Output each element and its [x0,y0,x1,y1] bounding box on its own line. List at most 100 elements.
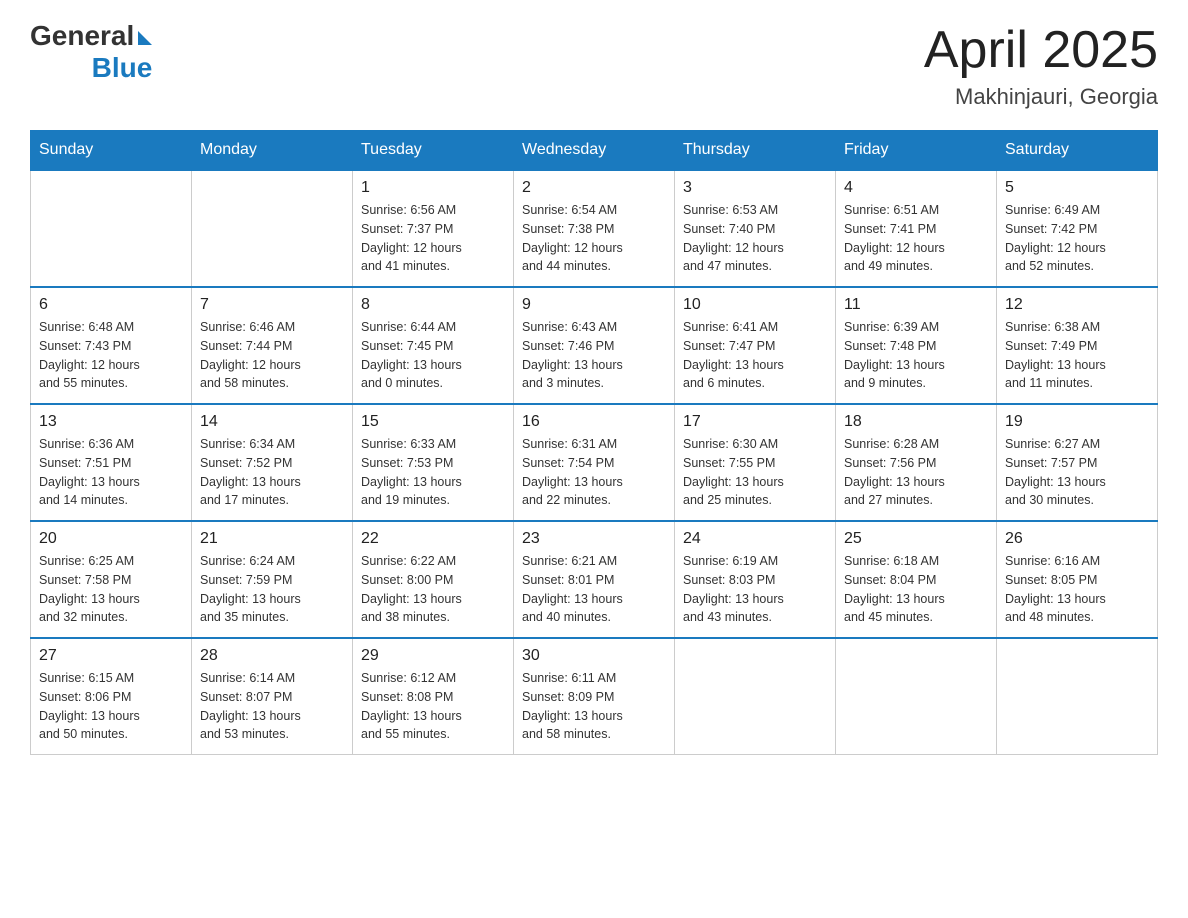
day-info: Sunrise: 6:19 AMSunset: 8:03 PMDaylight:… [683,552,827,627]
day-number: 28 [200,647,344,665]
day-number: 8 [361,296,505,314]
day-number: 6 [39,296,183,314]
day-info: Sunrise: 6:46 AMSunset: 7:44 PMDaylight:… [200,318,344,393]
day-info: Sunrise: 6:53 AMSunset: 7:40 PMDaylight:… [683,201,827,276]
location-title: Makhinjauri, Georgia [924,84,1158,110]
calendar-cell: 28Sunrise: 6:14 AMSunset: 8:07 PMDayligh… [192,638,353,755]
calendar-cell: 26 Sunrise: 6:16 AMSunset: 8:05 PMDayligh… [997,521,1158,638]
day-number: 12 [1005,296,1149,314]
calendar-cell: 21 Sunrise: 6:24 AMSunset: 7:59 PMDayligh… [192,521,353,638]
calendar-cell [192,170,353,287]
calendar-header-row: SundayMondayTuesdayWednesdayThursdayFrid… [31,131,1158,171]
calendar-cell: 8 Sunrise: 6:44 AMSunset: 7:45 PMDaylight… [353,287,514,404]
day-info: Sunrise: 6:38 AMSunset: 7:49 PMDaylight:… [1005,318,1149,393]
calendar-cell: 16 Sunrise: 6:31 AMSunset: 7:54 PMDayligh… [514,404,675,521]
day-number: 11 [844,296,988,314]
day-number: 23 [522,530,666,548]
day-info: Sunrise: 6:16 AMSunset: 8:05 PMDaylight:… [1005,552,1149,627]
calendar-cell: 17 Sunrise: 6:30 AMSunset: 7:55 PMDayligh… [675,404,836,521]
logo-general-text: General [30,20,134,52]
day-info: Sunrise: 6:24 AMSunset: 7:59 PMDaylight:… [200,552,344,627]
calendar-cell: 5Sunrise: 6:49 AMSunset: 7:42 PMDaylight… [997,170,1158,287]
calendar-cell: 29 Sunrise: 6:12 AMSunset: 8:08 PMDayligh… [353,638,514,755]
calendar-cell: 18 Sunrise: 6:28 AMSunset: 7:56 PMDayligh… [836,404,997,521]
day-info: Sunrise: 6:28 AMSunset: 7:56 PMDaylight:… [844,435,988,510]
calendar-header-wednesday: Wednesday [514,131,675,171]
logo-arrow-icon [138,31,152,45]
day-info: Sunrise: 6:22 AMSunset: 8:00 PMDaylight:… [361,552,505,627]
calendar-cell [675,638,836,755]
day-number: 20 [39,530,183,548]
day-number: 24 [683,530,827,548]
calendar-table: SundayMondayTuesdayWednesdayThursdayFrid… [30,130,1158,755]
day-number: 22 [361,530,505,548]
calendar-header-thursday: Thursday [675,131,836,171]
day-number: 1 [361,179,505,197]
day-number: 17 [683,413,827,431]
day-number: 13 [39,413,183,431]
page-header: General Blue April 2025 Makhinjauri, Geo… [30,20,1158,110]
day-info: Sunrise: 6:54 AMSunset: 7:38 PMDaylight:… [522,201,666,276]
day-info: Sunrise: 6:12 AMSunset: 8:08 PMDaylight:… [361,669,505,744]
day-number: 27 [39,647,183,665]
calendar-header-tuesday: Tuesday [353,131,514,171]
calendar-cell: 20 Sunrise: 6:25 AMSunset: 7:58 PMDayligh… [31,521,192,638]
calendar-cell: 1 Sunrise: 6:56 AMSunset: 7:37 PMDaylight… [353,170,514,287]
day-info: Sunrise: 6:27 AMSunset: 7:57 PMDaylight:… [1005,435,1149,510]
calendar-cell: 6 Sunrise: 6:48 AMSunset: 7:43 PMDaylight… [31,287,192,404]
day-info: Sunrise: 6:36 AMSunset: 7:51 PMDaylight:… [39,435,183,510]
day-info: Sunrise: 6:56 AMSunset: 7:37 PMDaylight:… [361,201,505,276]
day-info: Sunrise: 6:51 AMSunset: 7:41 PMDaylight:… [844,201,988,276]
calendar-cell: 11Sunrise: 6:39 AMSunset: 7:48 PMDayligh… [836,287,997,404]
day-number: 4 [844,179,988,197]
calendar-cell: 7Sunrise: 6:46 AMSunset: 7:44 PMDaylight… [192,287,353,404]
day-number: 16 [522,413,666,431]
calendar-week-row: 20 Sunrise: 6:25 AMSunset: 7:58 PMDayligh… [31,521,1158,638]
calendar-cell: 9 Sunrise: 6:43 AMSunset: 7:46 PMDaylight… [514,287,675,404]
logo-blue-text: Blue [92,52,153,84]
day-info: Sunrise: 6:21 AMSunset: 8:01 PMDaylight:… [522,552,666,627]
calendar-cell: 19Sunrise: 6:27 AMSunset: 7:57 PMDayligh… [997,404,1158,521]
calendar-cell: 10Sunrise: 6:41 AMSunset: 7:47 PMDayligh… [675,287,836,404]
day-number: 2 [522,179,666,197]
day-info: Sunrise: 6:49 AMSunset: 7:42 PMDaylight:… [1005,201,1149,276]
day-info: Sunrise: 6:11 AMSunset: 8:09 PMDaylight:… [522,669,666,744]
calendar-header-friday: Friday [836,131,997,171]
calendar-cell: 3Sunrise: 6:53 AMSunset: 7:40 PMDaylight… [675,170,836,287]
day-info: Sunrise: 6:48 AMSunset: 7:43 PMDaylight:… [39,318,183,393]
calendar-cell: 27 Sunrise: 6:15 AMSunset: 8:06 PMDayligh… [31,638,192,755]
day-info: Sunrise: 6:43 AMSunset: 7:46 PMDaylight:… [522,318,666,393]
logo: General Blue [30,20,152,84]
day-info: Sunrise: 6:44 AMSunset: 7:45 PMDaylight:… [361,318,505,393]
calendar-cell: 13 Sunrise: 6:36 AMSunset: 7:51 PMDayligh… [31,404,192,521]
calendar-cell: 23 Sunrise: 6:21 AMSunset: 8:01 PMDayligh… [514,521,675,638]
day-info: Sunrise: 6:25 AMSunset: 7:58 PMDaylight:… [39,552,183,627]
calendar-cell: 30Sunrise: 6:11 AMSunset: 8:09 PMDayligh… [514,638,675,755]
day-number: 21 [200,530,344,548]
calendar-header-sunday: Sunday [31,131,192,171]
day-info: Sunrise: 6:31 AMSunset: 7:54 PMDaylight:… [522,435,666,510]
calendar-week-row: 1 Sunrise: 6:56 AMSunset: 7:37 PMDaylight… [31,170,1158,287]
day-number: 10 [683,296,827,314]
day-number: 26 [1005,530,1149,548]
day-info: Sunrise: 6:15 AMSunset: 8:06 PMDaylight:… [39,669,183,744]
day-info: Sunrise: 6:34 AMSunset: 7:52 PMDaylight:… [200,435,344,510]
day-number: 18 [844,413,988,431]
title-block: April 2025 Makhinjauri, Georgia [924,20,1158,110]
day-number: 29 [361,647,505,665]
calendar-cell [31,170,192,287]
calendar-week-row: 6 Sunrise: 6:48 AMSunset: 7:43 PMDaylight… [31,287,1158,404]
calendar-week-row: 13 Sunrise: 6:36 AMSunset: 7:51 PMDayligh… [31,404,1158,521]
day-number: 9 [522,296,666,314]
day-info: Sunrise: 6:30 AMSunset: 7:55 PMDaylight:… [683,435,827,510]
month-title: April 2025 [924,20,1158,80]
calendar-cell: 15 Sunrise: 6:33 AMSunset: 7:53 PMDayligh… [353,404,514,521]
calendar-cell: 2 Sunrise: 6:54 AMSunset: 7:38 PMDaylight… [514,170,675,287]
calendar-cell: 25Sunrise: 6:18 AMSunset: 8:04 PMDayligh… [836,521,997,638]
calendar-cell: 12 Sunrise: 6:38 AMSunset: 7:49 PMDayligh… [997,287,1158,404]
day-info: Sunrise: 6:33 AMSunset: 7:53 PMDaylight:… [361,435,505,510]
day-number: 25 [844,530,988,548]
calendar-cell: 4 Sunrise: 6:51 AMSunset: 7:41 PMDaylight… [836,170,997,287]
day-number: 15 [361,413,505,431]
calendar-cell: 14Sunrise: 6:34 AMSunset: 7:52 PMDayligh… [192,404,353,521]
